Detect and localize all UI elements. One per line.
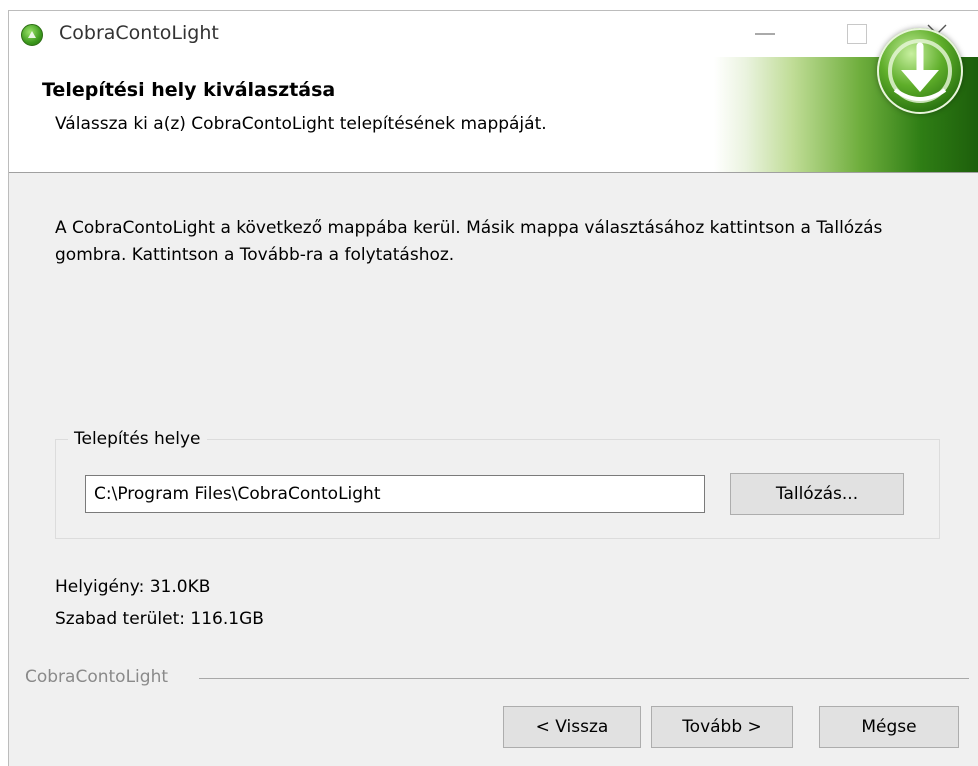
maximize-icon (847, 24, 867, 44)
title-bar[interactable]: CobraContoLight (9, 11, 978, 57)
installer-logo-icon (877, 28, 963, 114)
install-path-input[interactable] (85, 475, 705, 513)
install-location-label: Telepítés helye (68, 429, 207, 449)
next-button[interactable]: Tovább > (651, 706, 793, 748)
back-button[interactable]: < Vissza (503, 706, 641, 748)
page-subtitle: Válassza ki a(z) CobraContoLight telepít… (55, 114, 547, 134)
space-free-text: Szabad terület: 116.1GB (55, 609, 264, 629)
installer-window: CobraContoLight Telepítési hely kiválasz… (8, 10, 978, 766)
window-title: CobraContoLight (59, 22, 219, 44)
cancel-button[interactable]: Mégse (819, 706, 959, 748)
minimize-icon (755, 33, 775, 35)
page-header: Telepítési hely kiválasztása Válassza ki… (9, 57, 978, 173)
footer-brand: CobraContoLight (25, 667, 177, 687)
page-title: Telepítési hely kiválasztása (42, 79, 336, 101)
browse-button[interactable]: Tallózás... (730, 473, 904, 515)
footer-divider (199, 678, 969, 679)
space-required-text: Helyigény: 31.0KB (55, 577, 211, 597)
minimize-button[interactable] (719, 11, 811, 57)
installer-icon (21, 24, 43, 46)
instruction-text: A CobraContoLight a következő mappába ke… (55, 218, 883, 265)
